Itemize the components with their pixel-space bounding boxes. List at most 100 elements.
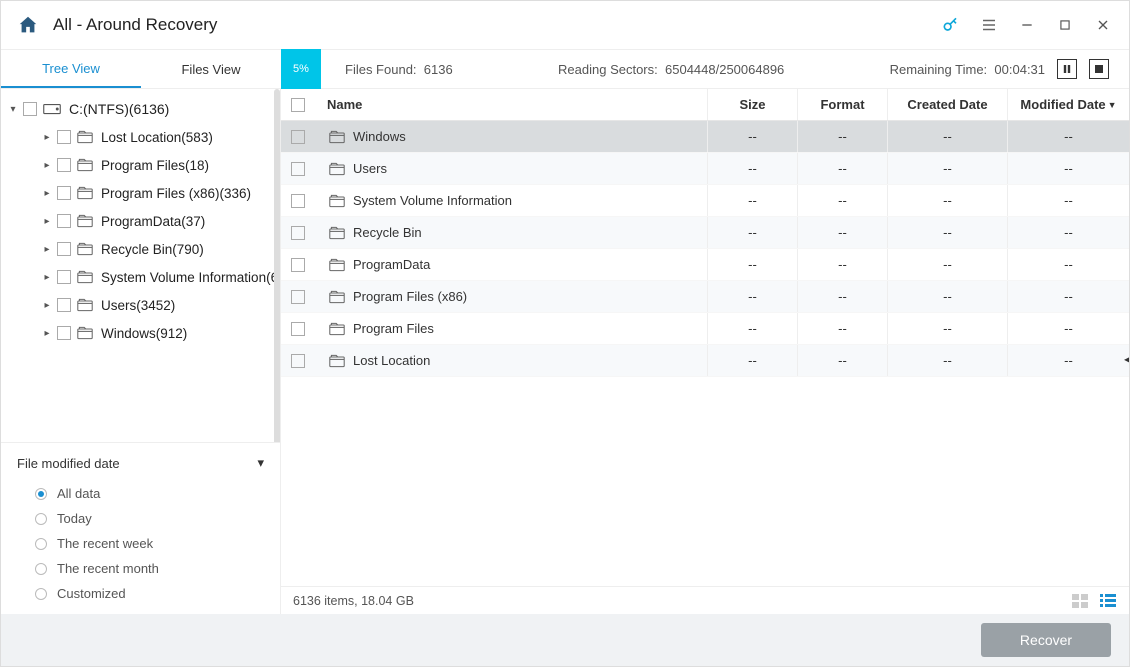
checkbox[interactable]	[291, 354, 305, 368]
table-row[interactable]: Lost Location--------	[281, 345, 1129, 377]
sidebar: ▾ C:(NTFS)(6136) ▸Lost Location(583)▸Pro…	[1, 89, 281, 614]
checkbox[interactable]	[291, 258, 305, 272]
checkbox[interactable]	[57, 270, 71, 284]
key-icon[interactable]	[941, 15, 961, 35]
table-row[interactable]: System Volume Information--------	[281, 185, 1129, 217]
checkbox[interactable]	[57, 326, 71, 340]
home-icon[interactable]	[17, 14, 39, 36]
column-name[interactable]: Name	[321, 97, 707, 112]
table-row[interactable]: Windows--------	[281, 121, 1129, 153]
cell-created: --	[887, 313, 1007, 344]
filter-option[interactable]: All data	[17, 481, 264, 506]
tree-root[interactable]: ▾ C:(NTFS)(6136)	[1, 95, 280, 123]
pause-button[interactable]	[1057, 59, 1077, 79]
menu-icon[interactable]	[979, 15, 999, 35]
tree-item-label: Program Files (x86)(336)	[101, 186, 251, 201]
cell-modified: --	[1007, 153, 1129, 184]
checkbox[interactable]	[23, 102, 37, 116]
checkbox[interactable]	[291, 98, 305, 112]
tab-tree-view[interactable]: Tree View	[1, 50, 141, 88]
tree-item[interactable]: ▸Recycle Bin(790)	[1, 235, 280, 263]
checkbox[interactable]	[291, 194, 305, 208]
file-grid: Name Size Format Created Date Modified D…	[281, 89, 1129, 614]
filter-header[interactable]: File modified date ▾	[17, 455, 264, 471]
scan-controls	[1045, 59, 1109, 79]
list-view-icon[interactable]	[1099, 594, 1117, 608]
chevron-right-icon[interactable]: ▸	[41, 272, 53, 283]
checkbox[interactable]	[291, 226, 305, 240]
tree-item[interactable]: ▸System Volume Information(6	[1, 263, 280, 291]
tab-files-view[interactable]: Files View	[141, 50, 281, 88]
tree-item[interactable]: ▸Users(3452)	[1, 291, 280, 319]
column-modified[interactable]: Modified Date ▼	[1007, 89, 1129, 120]
table-row[interactable]: Program Files--------	[281, 313, 1129, 345]
minimize-button[interactable]	[1017, 15, 1037, 35]
tree-root-label: C:(NTFS)(6136)	[69, 101, 169, 117]
folder-icon	[329, 258, 345, 272]
app-window: All - Around Recovery Tree View Files Vi…	[0, 0, 1130, 667]
chevron-right-icon[interactable]: ▸	[41, 300, 53, 311]
chevron-right-icon[interactable]: ▸	[41, 160, 53, 171]
filter-option[interactable]: The recent month	[17, 556, 264, 581]
filter-option-label: The recent month	[57, 561, 159, 576]
chevron-right-icon[interactable]: ▸	[41, 216, 53, 227]
column-created[interactable]: Created Date	[887, 89, 1007, 120]
chevron-right-icon[interactable]: ▸	[41, 244, 53, 255]
checkbox[interactable]	[57, 186, 71, 200]
cell-created: --	[887, 217, 1007, 248]
column-size[interactable]: Size	[707, 89, 797, 120]
chevron-down-icon[interactable]: ▾	[7, 104, 19, 115]
folder-icon	[77, 270, 93, 284]
checkbox[interactable]	[291, 322, 305, 336]
recover-button[interactable]: Recover	[981, 623, 1111, 657]
filter-title: File modified date	[17, 456, 120, 471]
checkbox[interactable]	[291, 162, 305, 176]
checkbox[interactable]	[57, 158, 71, 172]
filter-option[interactable]: The recent week	[17, 531, 264, 556]
folder-icon	[77, 214, 93, 228]
remaining-label: Remaining Time:	[890, 62, 988, 77]
checkbox[interactable]	[57, 130, 71, 144]
checkbox[interactable]	[57, 298, 71, 312]
tree-item[interactable]: ▸ProgramData(37)	[1, 207, 280, 235]
close-button[interactable]	[1093, 15, 1113, 35]
tree-item[interactable]: ▸Windows(912)	[1, 319, 280, 347]
maximize-button[interactable]	[1055, 15, 1075, 35]
cell-size: --	[707, 345, 797, 376]
cell-format: --	[797, 185, 887, 216]
main-area: ▾ C:(NTFS)(6136) ▸Lost Location(583)▸Pro…	[1, 89, 1129, 614]
header-checkbox-cell	[281, 98, 321, 112]
filter-option[interactable]: Customized	[17, 581, 264, 606]
tree-item[interactable]: ▸ Program Files (x86)(336)	[1, 179, 280, 207]
checkbox[interactable]	[291, 290, 305, 304]
checkbox[interactable]	[57, 242, 71, 256]
filter-option[interactable]: Today	[17, 506, 264, 531]
app-title: All - Around Recovery	[53, 15, 941, 35]
scrollbar[interactable]	[274, 89, 280, 442]
cell-format: --	[797, 345, 887, 376]
column-format[interactable]: Format	[797, 89, 887, 120]
filter-option-label: Customized	[57, 586, 126, 601]
cell-size: --	[707, 153, 797, 184]
table-row[interactable]: Program Files (x86)--------	[281, 281, 1129, 313]
checkbox[interactable]	[291, 130, 305, 144]
table-row[interactable]: Recycle Bin--------	[281, 217, 1129, 249]
radio-icon	[35, 488, 47, 500]
cell-created: --	[887, 249, 1007, 280]
grid-view-icon[interactable]	[1071, 594, 1089, 608]
chevron-right-icon[interactable]: ▸	[41, 132, 53, 143]
cell-format: --	[797, 313, 887, 344]
progress-indicator: 5%	[281, 49, 321, 89]
stop-button[interactable]	[1089, 59, 1109, 79]
collapse-caret-icon[interactable]: ◂	[1124, 352, 1129, 366]
table-row[interactable]: Users--------	[281, 153, 1129, 185]
chevron-right-icon[interactable]: ▸	[41, 328, 53, 339]
checkbox[interactable]	[57, 214, 71, 228]
table-row[interactable]: ProgramData--------	[281, 249, 1129, 281]
cell-modified: --	[1007, 249, 1129, 280]
chevron-right-icon[interactable]: ▸	[41, 188, 53, 199]
tree-item[interactable]: ▸Program Files(18)	[1, 151, 280, 179]
tree-item[interactable]: ▸Lost Location(583)	[1, 123, 280, 151]
radio-icon	[35, 513, 47, 525]
cell-format: --	[797, 121, 887, 152]
